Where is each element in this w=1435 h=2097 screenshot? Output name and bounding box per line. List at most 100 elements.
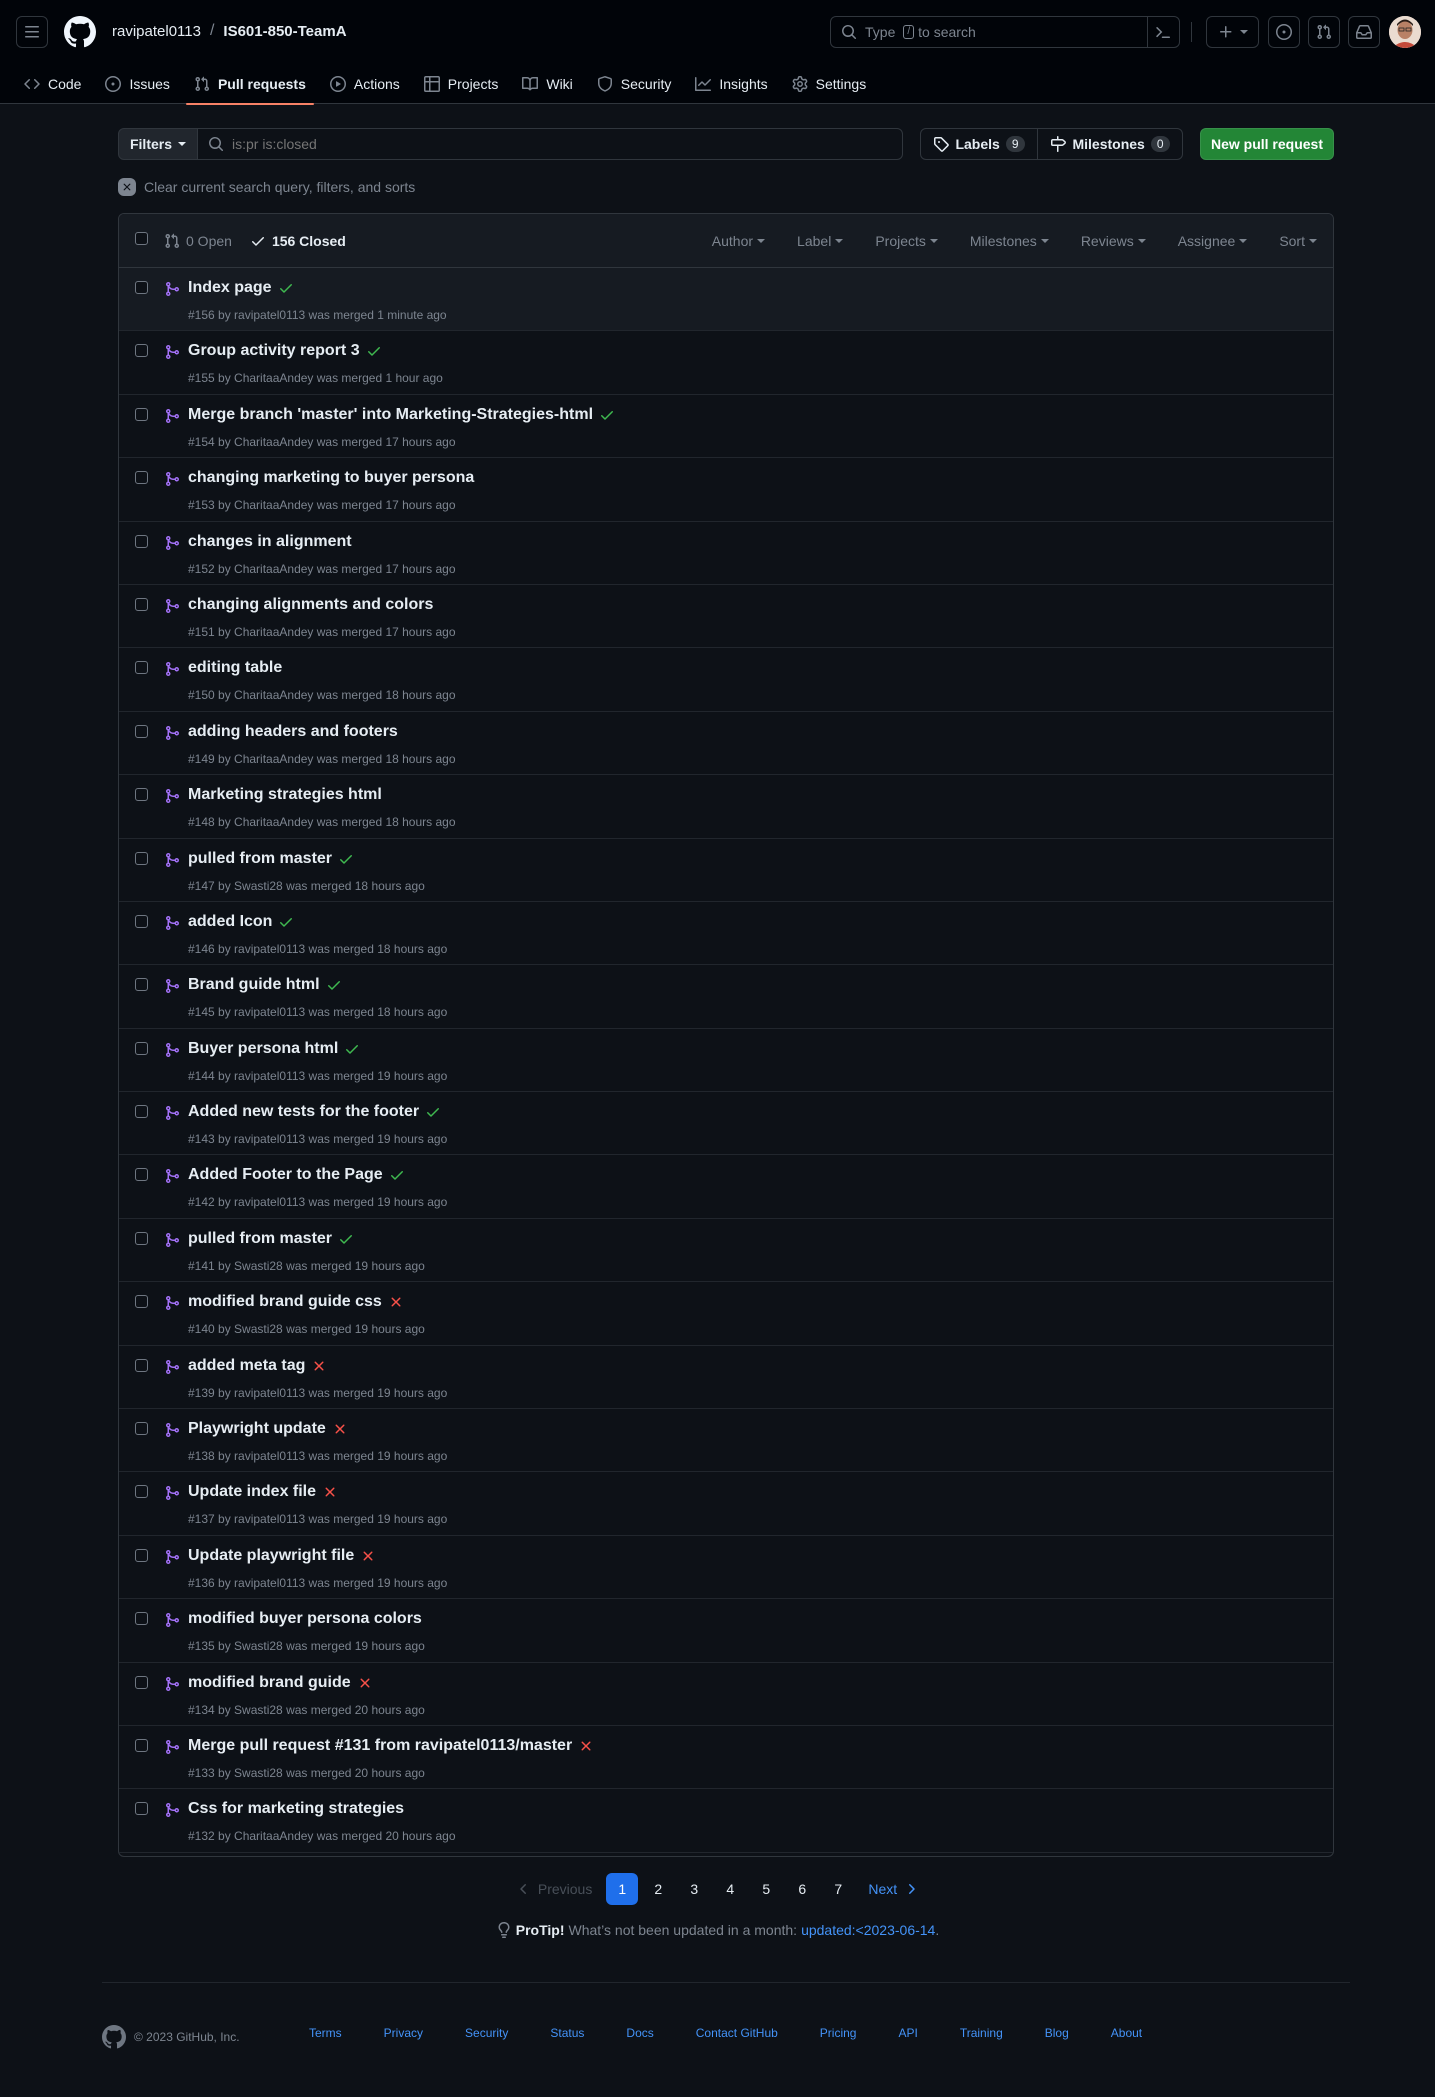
tab-settings[interactable]: Settings — [784, 64, 875, 104]
pull-request-title[interactable]: modified buyer persona colors — [188, 1610, 422, 1628]
menu-button[interactable] — [16, 16, 48, 48]
page-1-button[interactable]: 1 — [606, 1873, 639, 1905]
assignee-filter[interactable]: Assignee — [1162, 233, 1264, 249]
pull-request-title[interactable]: Index page — [188, 279, 272, 297]
tab-insights[interactable]: Insights — [687, 64, 775, 104]
pull-request-title[interactable]: editing table — [188, 659, 282, 677]
pull-request-title[interactable]: Marketing strategies html — [188, 786, 382, 804]
row-checkbox[interactable] — [135, 1105, 148, 1119]
projects-filter[interactable]: Projects — [859, 233, 954, 249]
pull-request-title[interactable]: Merge branch 'master' into Marketing-Str… — [188, 406, 593, 424]
clear-search-link[interactable]: Clear current search query, filters, and… — [118, 178, 415, 196]
row-checkbox[interactable] — [135, 1548, 148, 1562]
check-icon[interactable] — [425, 1104, 441, 1120]
milestones-filter[interactable]: Milestones — [954, 233, 1065, 249]
row-checkbox[interactable] — [135, 407, 148, 421]
command-palette-button[interactable] — [1147, 16, 1179, 48]
row-checkbox[interactable] — [135, 1612, 148, 1626]
protip-link[interactable]: updated:<2023-06-14 — [801, 1922, 935, 1938]
page-2-button[interactable]: 2 — [642, 1873, 674, 1905]
row-checkbox[interactable] — [135, 1422, 148, 1436]
check-icon[interactable] — [344, 1041, 360, 1057]
pull-request-title[interactable]: Css for marketing strategies — [188, 1800, 404, 1818]
tab-security[interactable]: Security — [589, 64, 680, 104]
x-icon[interactable] — [360, 1548, 376, 1564]
pull-request-title[interactable]: changes in alignment — [188, 533, 352, 551]
footer-link-terms[interactable]: Terms — [309, 2026, 342, 2040]
tab-pull-requests[interactable]: Pull requests — [185, 64, 314, 105]
row-checkbox[interactable] — [135, 1738, 148, 1752]
closed-filter[interactable]: 156 Closed — [250, 233, 346, 249]
row-checkbox[interactable] — [135, 1168, 148, 1182]
row-checkbox[interactable] — [135, 1675, 148, 1689]
pull-request-title[interactable]: added meta tag — [188, 1357, 305, 1375]
page-4-button[interactable]: 4 — [714, 1873, 746, 1905]
check-icon[interactable] — [278, 914, 294, 930]
row-checkbox[interactable] — [135, 788, 148, 802]
check-icon[interactable] — [338, 1231, 354, 1247]
avatar[interactable] — [1389, 16, 1421, 48]
tab-issues[interactable]: Issues — [97, 64, 177, 104]
pull-request-title[interactable]: Buyer persona html — [188, 1040, 338, 1058]
row-checkbox[interactable] — [135, 978, 148, 992]
footer-link-docs[interactable]: Docs — [626, 2026, 653, 2040]
new-pull-request-button[interactable]: New pull request — [1200, 128, 1334, 160]
global-search-input[interactable]: Type / to search — [830, 16, 1180, 48]
row-checkbox[interactable] — [135, 344, 148, 358]
check-icon[interactable] — [278, 280, 294, 296]
footer-link-training[interactable]: Training — [960, 2026, 1003, 2040]
pull-request-title[interactable]: added Icon — [188, 913, 272, 931]
row-checkbox[interactable] — [135, 661, 148, 675]
check-icon[interactable] — [338, 851, 354, 867]
pull-request-title[interactable]: changing marketing to buyer persona — [188, 469, 474, 487]
row-checkbox[interactable] — [135, 1485, 148, 1499]
select-all-checkbox[interactable] — [135, 232, 148, 245]
create-new-button[interactable] — [1206, 16, 1259, 48]
row-checkbox[interactable] — [135, 1295, 148, 1309]
github-logo-icon[interactable] — [102, 2025, 126, 2049]
label-filter[interactable]: Label — [781, 233, 859, 249]
breadcrumb-repo[interactable]: IS601-850-TeamA — [223, 23, 346, 40]
pull-request-title[interactable]: Added new tests for the footer — [188, 1103, 419, 1121]
x-icon[interactable] — [388, 1294, 404, 1310]
page-7-button[interactable]: 7 — [822, 1873, 854, 1905]
search-field[interactable] — [232, 136, 872, 152]
row-checkbox[interactable] — [135, 597, 148, 611]
check-icon[interactable] — [389, 1167, 405, 1183]
check-icon[interactable] — [366, 343, 382, 359]
footer-link-pricing[interactable]: Pricing — [820, 2026, 857, 2040]
pull-request-title[interactable]: Added Footer to the Page — [188, 1166, 383, 1184]
check-icon[interactable] — [599, 407, 615, 423]
search-input[interactable] — [197, 128, 903, 160]
pull-request-title[interactable]: modified brand guide — [188, 1674, 351, 1692]
author-filter[interactable]: Author — [696, 233, 781, 249]
row-checkbox[interactable] — [135, 1802, 148, 1816]
pull-requests-button[interactable] — [1308, 16, 1340, 48]
pull-request-title[interactable]: Update index file — [188, 1483, 316, 1501]
row-checkbox[interactable] — [135, 1041, 148, 1055]
x-icon[interactable] — [357, 1675, 373, 1691]
row-checkbox[interactable] — [135, 1358, 148, 1372]
x-icon[interactable] — [578, 1738, 594, 1754]
row-checkbox[interactable] — [135, 851, 148, 865]
row-checkbox[interactable] — [135, 914, 148, 928]
row-checkbox[interactable] — [135, 1231, 148, 1245]
page-5-button[interactable]: 5 — [750, 1873, 782, 1905]
reviews-filter[interactable]: Reviews — [1065, 233, 1162, 249]
pull-request-title[interactable]: adding headers and footers — [188, 723, 398, 741]
x-icon[interactable] — [322, 1484, 338, 1500]
check-icon[interactable] — [326, 977, 342, 993]
page-6-button[interactable]: 6 — [786, 1873, 818, 1905]
tab-code[interactable]: Code — [16, 64, 89, 104]
issues-button[interactable] — [1268, 16, 1300, 48]
github-logo-icon[interactable] — [64, 16, 96, 48]
row-checkbox[interactable] — [135, 724, 148, 738]
footer-link-privacy[interactable]: Privacy — [384, 2026, 423, 2040]
x-icon[interactable] — [311, 1358, 327, 1374]
x-icon[interactable] — [332, 1421, 348, 1437]
row-checkbox[interactable] — [135, 534, 148, 548]
pull-request-title[interactable]: Brand guide html — [188, 976, 320, 994]
filters-button[interactable]: Filters — [118, 128, 198, 160]
tab-actions[interactable]: Actions — [322, 64, 408, 104]
sort-filter[interactable]: Sort — [1263, 233, 1333, 249]
